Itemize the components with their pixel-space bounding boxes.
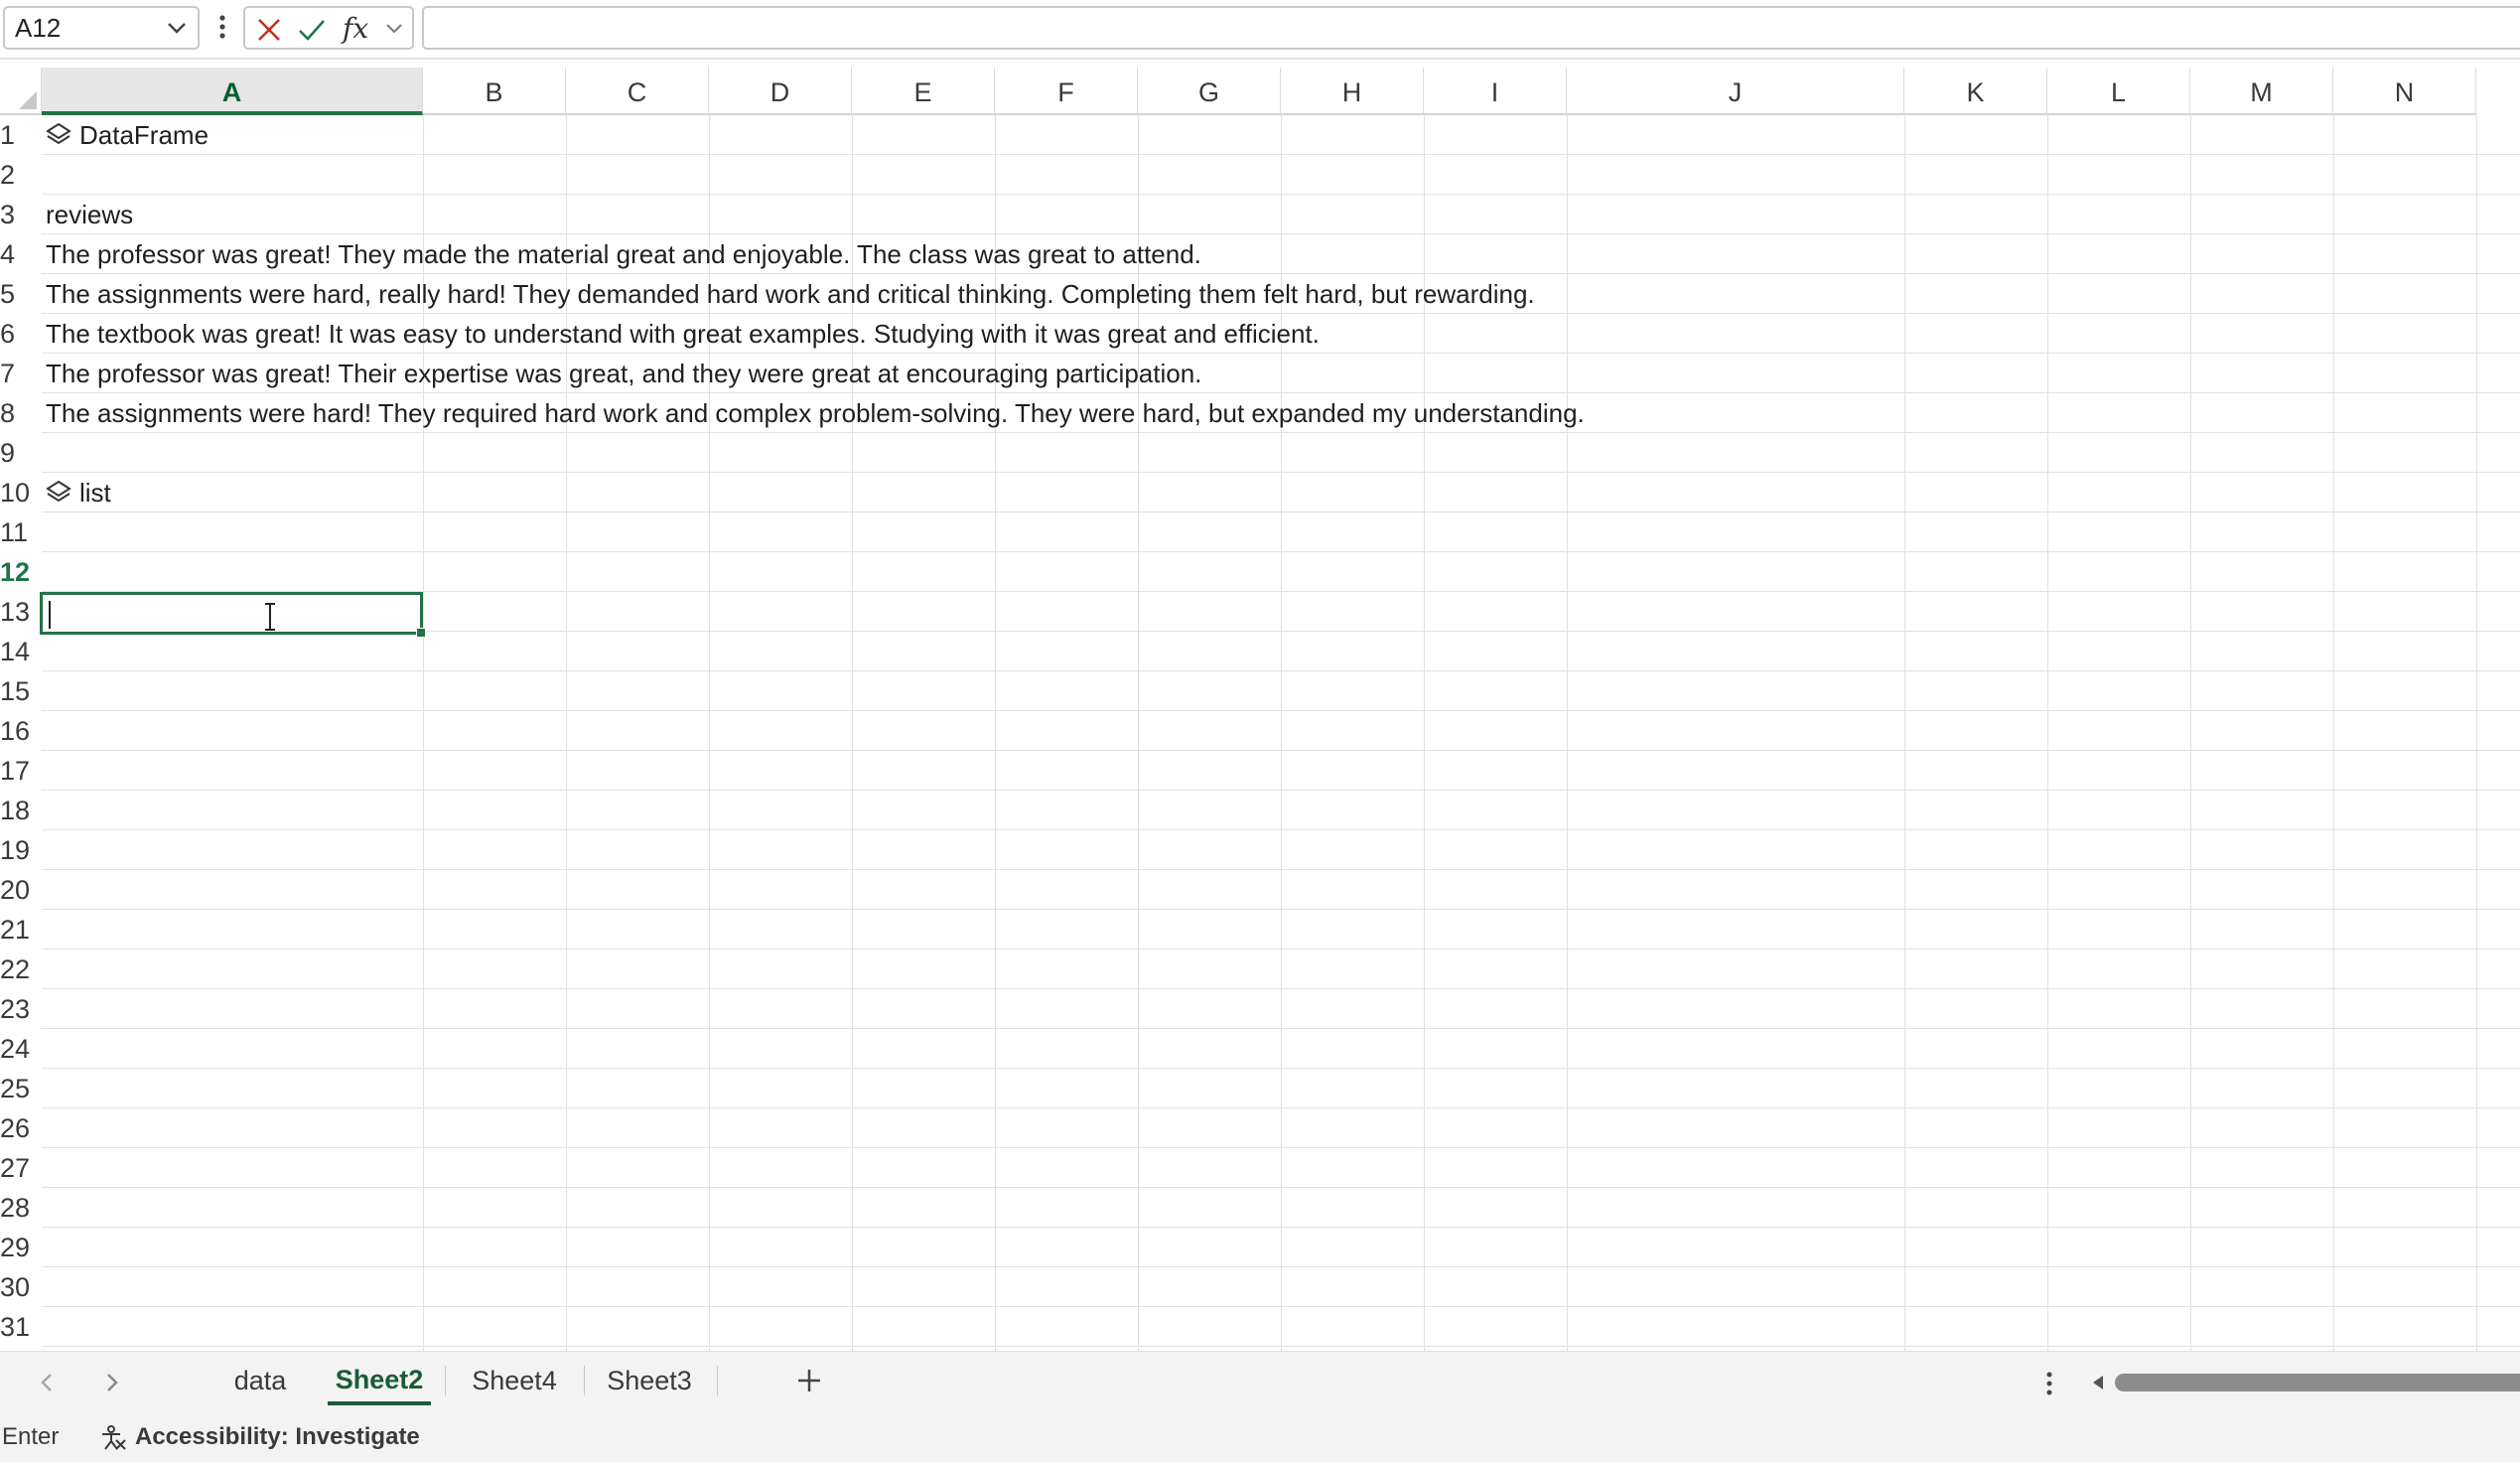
row-header-8[interactable]: 8 xyxy=(0,393,42,433)
column-header-c[interactable]: C xyxy=(566,68,709,115)
row-header-9[interactable]: 9 xyxy=(0,433,42,473)
status-bar: Enter Accessibility: Investigate xyxy=(0,1414,2520,1462)
python-object-icon xyxy=(46,480,71,503)
column-header-e[interactable]: E xyxy=(852,68,995,115)
row-header-2[interactable]: 2 xyxy=(0,155,42,195)
column-header-n[interactable]: N xyxy=(2333,68,2476,115)
sheet-tab-sheet2[interactable]: Sheet2 xyxy=(328,1352,431,1405)
column-header-b[interactable]: B xyxy=(423,68,566,115)
text-cursor-icon xyxy=(265,603,275,631)
row-header-4[interactable]: 4 xyxy=(0,234,42,274)
chevron-down-icon[interactable] xyxy=(384,22,404,36)
cell-a4[interactable]: The professor was great! They made the m… xyxy=(46,234,1201,274)
cells-area[interactable]: DataFrame reviews The professor was grea… xyxy=(40,115,2520,1351)
chevron-down-icon[interactable] xyxy=(166,20,188,36)
name-box-value: A12 xyxy=(15,13,62,43)
row-header-28[interactable]: 28 xyxy=(0,1188,42,1228)
column-header-l[interactable]: L xyxy=(2047,68,2190,115)
sheet-tab-bar: data Sheet2 Sheet4 Sheet3 xyxy=(0,1351,2520,1415)
column-header-i[interactable]: I xyxy=(1424,68,1567,115)
column-header-a[interactable]: A xyxy=(42,68,423,115)
row-header-23[interactable]: 23 xyxy=(0,989,42,1029)
column-header-k[interactable]: K xyxy=(1904,68,2047,115)
row-header-31[interactable]: 31 xyxy=(0,1307,42,1347)
row-header-18[interactable]: 18 xyxy=(0,791,42,830)
row-header-11[interactable]: 11 xyxy=(0,512,42,552)
cell-a3[interactable]: reviews xyxy=(46,195,133,234)
row-header-5[interactable]: 5 xyxy=(0,274,42,314)
python-object-icon xyxy=(46,122,71,145)
name-box[interactable]: A12 xyxy=(3,6,200,50)
cell-a8[interactable]: The assignments were hard! They required… xyxy=(46,393,1585,433)
cell-a7[interactable]: The professor was great! Their expertise… xyxy=(46,354,1201,393)
cell-mode-indicator: Enter xyxy=(2,1423,60,1450)
add-sheet-icon[interactable] xyxy=(794,1366,824,1395)
sheet-tab-sheet4[interactable]: Sheet4 xyxy=(461,1352,568,1409)
cell-a5[interactable]: The assignments were hard, really hard! … xyxy=(46,274,1535,314)
row-header-17[interactable]: 17 xyxy=(0,751,42,791)
row-header-30[interactable]: 30 xyxy=(0,1267,42,1307)
row-header-3[interactable]: 3 xyxy=(0,195,42,234)
column-header-j[interactable]: J xyxy=(1567,68,1904,115)
horizontal-scrollbar-thumb[interactable] xyxy=(2115,1374,2520,1391)
row-header-16[interactable]: 16 xyxy=(0,711,42,751)
row-header-20[interactable]: 20 xyxy=(0,870,42,910)
row-header-25[interactable]: 25 xyxy=(0,1069,42,1108)
cell-a1[interactable]: DataFrame xyxy=(46,115,209,155)
text-caret xyxy=(49,601,51,629)
column-header-f[interactable]: F xyxy=(995,68,1138,115)
formula-actions: fx xyxy=(243,6,414,50)
select-all-button[interactable] xyxy=(0,68,42,115)
row-header-27[interactable]: 27 xyxy=(0,1148,42,1188)
row-header-7[interactable]: 7 xyxy=(0,354,42,393)
cell-a10[interactable]: list xyxy=(46,473,111,512)
accessibility-icon xyxy=(102,1425,126,1450)
scroll-left-icon[interactable] xyxy=(2089,1374,2107,1391)
column-header-m[interactable]: M xyxy=(2190,68,2333,115)
column-headers: A B C D E F G H I J K L M N xyxy=(0,68,2520,115)
row-header-14[interactable]: 14 xyxy=(0,632,42,671)
sheet-tab-data[interactable]: data xyxy=(220,1352,300,1409)
cell-a10-text: list xyxy=(79,478,111,508)
row-header-10[interactable]: 10 xyxy=(0,473,42,512)
check-icon[interactable] xyxy=(297,16,327,44)
formula-bar: A12 fx xyxy=(0,0,2520,60)
cancel-x-icon[interactable] xyxy=(255,16,283,44)
row-header-29[interactable]: 29 xyxy=(0,1228,42,1267)
row-header-26[interactable]: 26 xyxy=(0,1108,42,1148)
row-header-15[interactable]: 15 xyxy=(0,671,42,711)
cell-a1-text: DataFrame xyxy=(79,120,210,150)
formula-input[interactable] xyxy=(422,6,2520,50)
more-options-icon[interactable] xyxy=(218,10,226,44)
row-header-24[interactable]: 24 xyxy=(0,1029,42,1069)
row-header-12[interactable]: 12 xyxy=(0,552,42,592)
row-header-22[interactable]: 22 xyxy=(0,950,42,989)
row-header-21[interactable]: 21 xyxy=(0,910,42,950)
column-header-d[interactable]: D xyxy=(709,68,852,115)
active-cell-a12[interactable] xyxy=(40,592,426,638)
chevron-left-icon[interactable] xyxy=(38,1372,56,1393)
row-header-1[interactable]: 1 xyxy=(0,115,42,155)
chevron-right-icon[interactable] xyxy=(103,1372,121,1393)
cell-a6[interactable]: The textbook was great! It was easy to u… xyxy=(46,314,1320,354)
more-options-icon[interactable] xyxy=(2045,1370,2053,1397)
row-header-19[interactable]: 19 xyxy=(0,830,42,870)
column-header-g[interactable]: G xyxy=(1138,68,1281,115)
accessibility-label: Accessibility: Investigate xyxy=(135,1423,420,1450)
svg-text:fx: fx xyxy=(341,12,368,45)
sheet-grid: A B C D E F G H I J K L M N 1 2 3 4 5 6 7 8 9 10 1… xyxy=(0,58,2520,1351)
column-header-h[interactable]: H xyxy=(1281,68,1424,115)
row-header-6[interactable]: 6 xyxy=(0,314,42,354)
fx-icon[interactable]: fx xyxy=(341,12,376,46)
sheet-tab-sheet3[interactable]: Sheet3 xyxy=(598,1352,701,1409)
row-header-13[interactable]: 13 xyxy=(0,592,42,632)
fill-handle[interactable] xyxy=(416,628,426,638)
